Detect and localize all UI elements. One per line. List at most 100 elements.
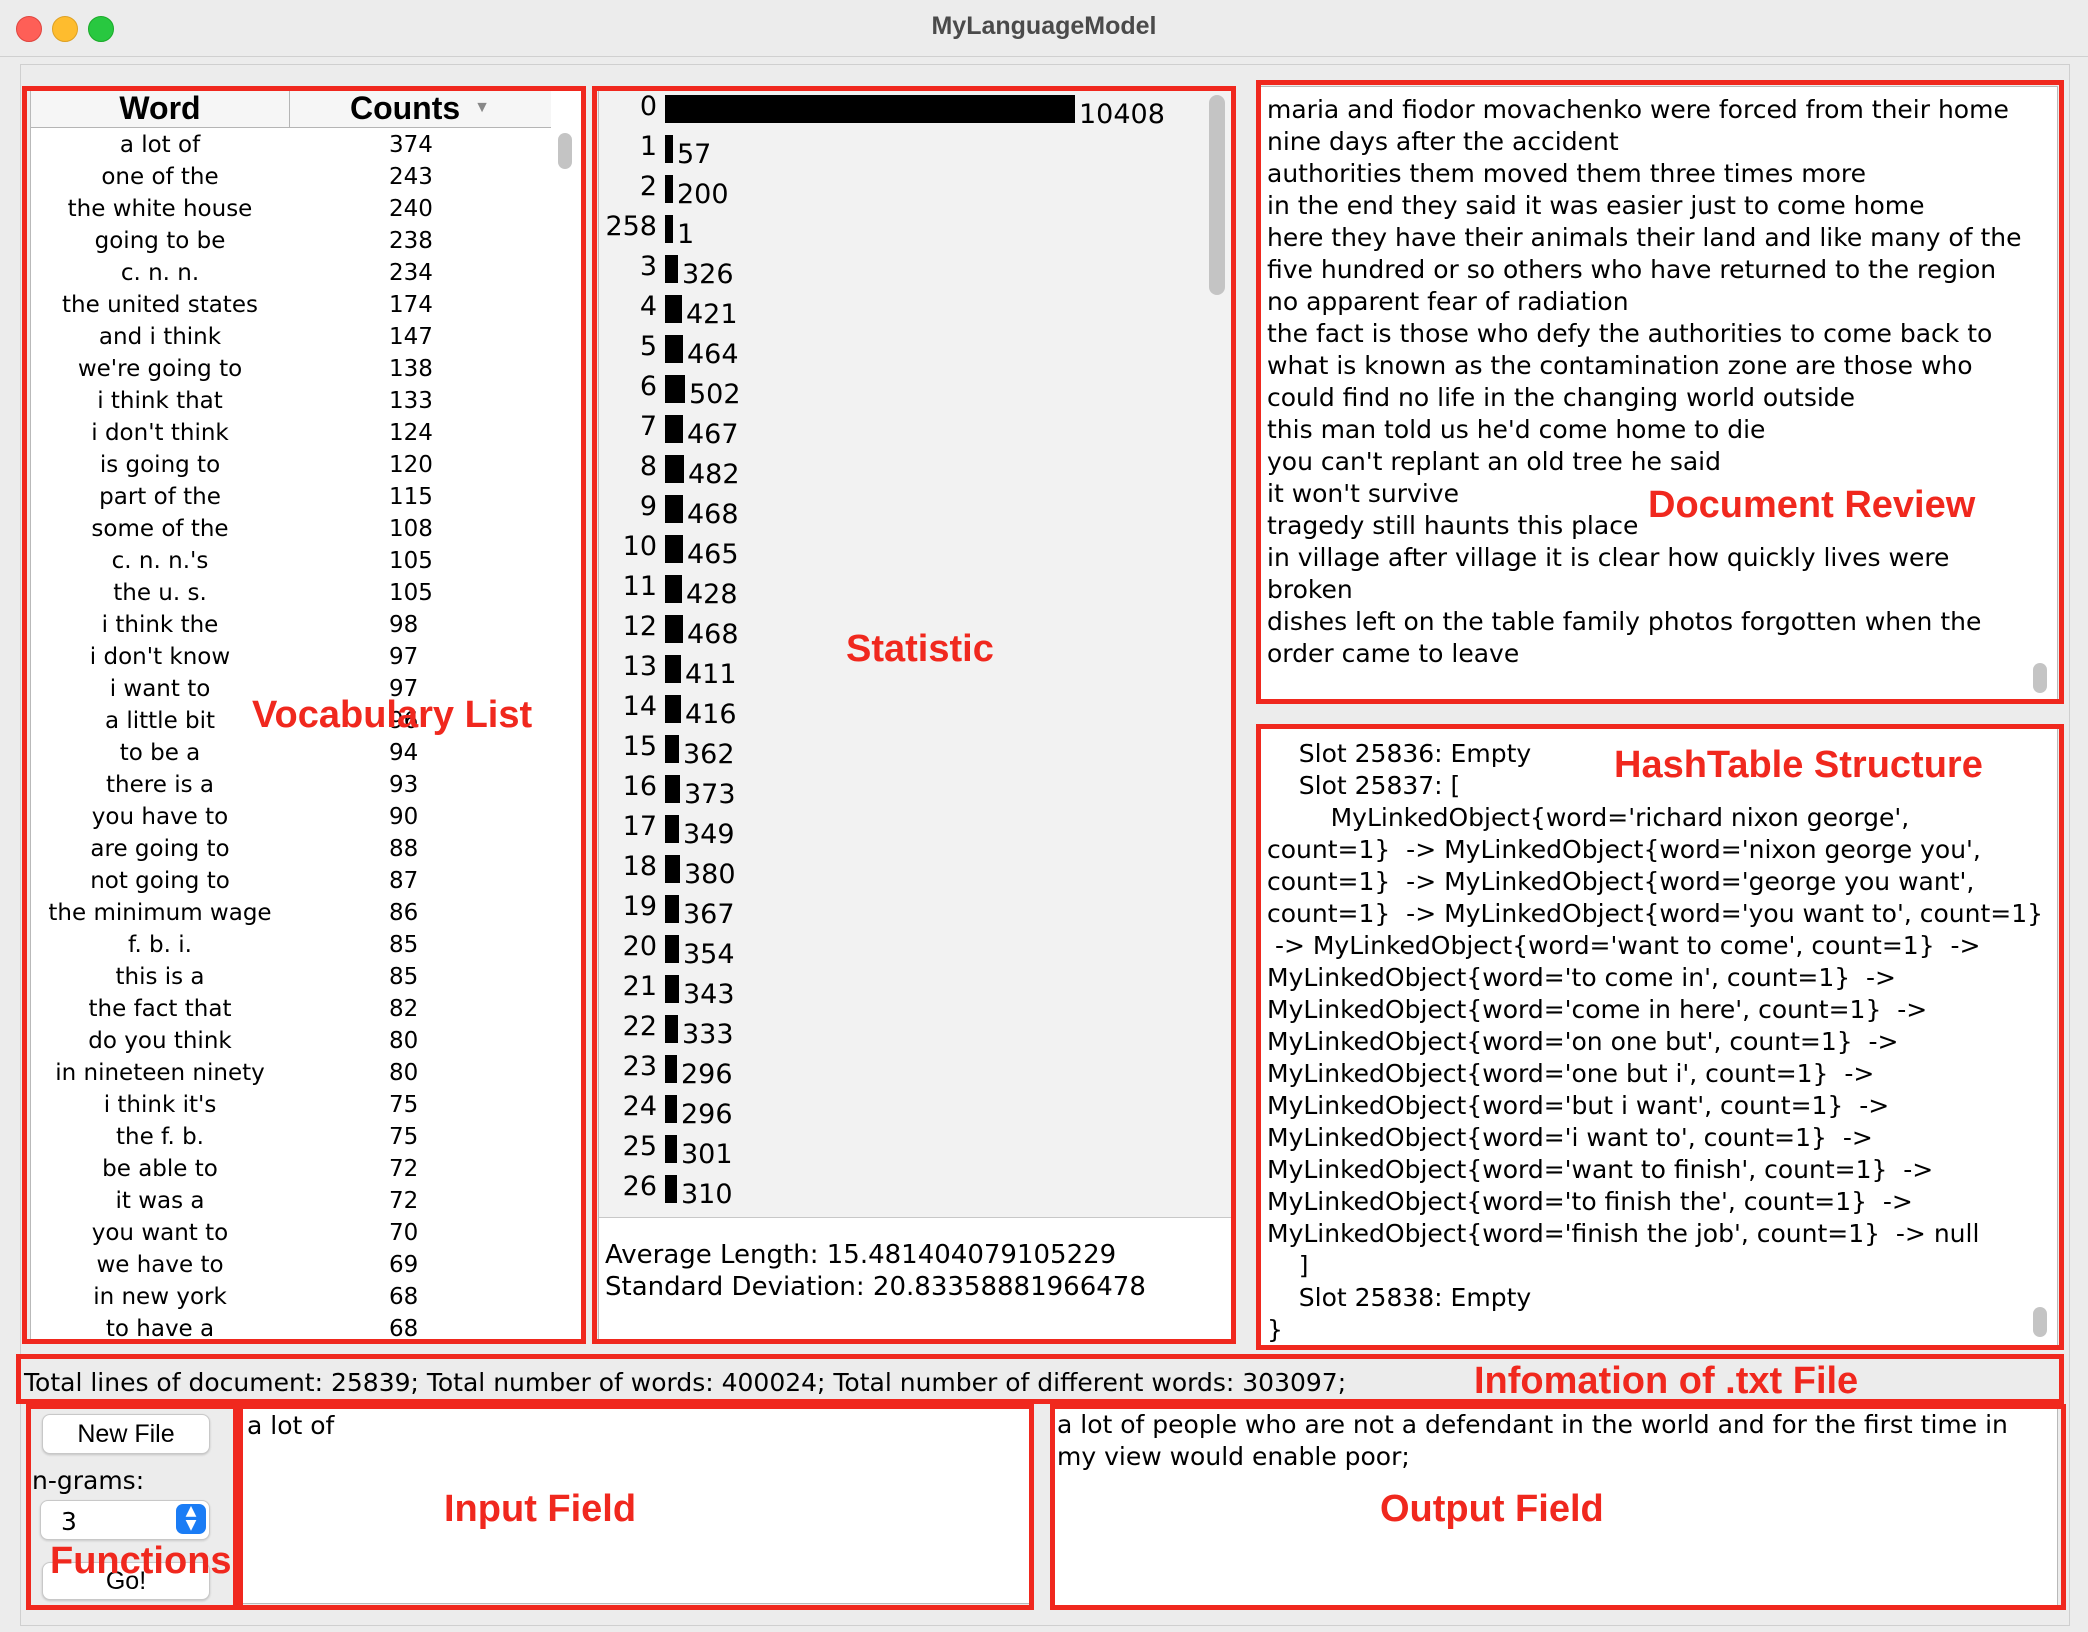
table-row[interactable]: and i think 147 xyxy=(31,321,551,353)
table-row[interactable]: c. n. n.'s 105 xyxy=(31,545,551,577)
statistic-scrollbar[interactable] xyxy=(1209,95,1225,295)
hashtable-scrollbar[interactable] xyxy=(2033,1307,2047,1337)
document-line: maria and fiodor movachenko were forced … xyxy=(1267,95,2009,124)
table-row[interactable]: to be a 94 xyxy=(31,737,551,769)
hashtable-line: ] xyxy=(1267,1251,1309,1280)
histogram-row: 25 301 xyxy=(599,1131,1209,1171)
hashtable-line: MyLinkedObject{word='one but i', count=1… xyxy=(1267,1059,1875,1088)
table-row[interactable]: the f. b. 75 xyxy=(31,1121,551,1153)
histogram-bar xyxy=(665,335,683,363)
ngrams-select[interactable]: 3 ▲ ▼ xyxy=(40,1500,210,1540)
histogram-bar xyxy=(665,935,679,963)
table-row[interactable]: the fact that 82 xyxy=(31,993,551,1025)
table-row[interactable]: we have to 69 xyxy=(31,1249,551,1281)
table-row[interactable]: it was a 72 xyxy=(31,1185,551,1217)
word-cell: do you think xyxy=(88,1028,232,1054)
table-row[interactable]: i don't know 97 xyxy=(31,641,551,673)
word-cell: i think it's xyxy=(103,1092,217,1118)
count-label: 428 xyxy=(686,579,738,610)
word-cell: the f. b. xyxy=(115,1124,204,1150)
table-row[interactable]: the united states 174 xyxy=(31,289,551,321)
count-label: 502 xyxy=(689,379,741,410)
file-info: Total lines of document: 25839; Total nu… xyxy=(24,1368,1347,1397)
table-row[interactable]: to have a 68 xyxy=(31,1313,551,1339)
table-row[interactable]: we're going to 138 xyxy=(31,353,551,385)
hashtable-structure[interactable]: Slot 25836: Empty Slot 25837: [ MyLinked… xyxy=(1260,728,2058,1348)
length-label: 4 xyxy=(639,291,657,322)
hashtable-line: MyLinkedObject{word='finish the job', co… xyxy=(1267,1219,1980,1248)
word-cell: a lot of xyxy=(119,132,201,158)
count-cell: 133 xyxy=(389,388,433,414)
table-row[interactable]: you have to 90 xyxy=(31,801,551,833)
histogram-row: 3 326 xyxy=(599,251,1209,291)
table-row[interactable]: one of the 243 xyxy=(31,161,551,193)
table-row[interactable]: the minimum wage 86 xyxy=(31,897,551,929)
word-cell: i think that xyxy=(97,388,223,414)
histogram-bar xyxy=(665,255,678,283)
word-cell: going to be xyxy=(94,228,226,254)
vocabulary-table-header: Word Counts ▼ xyxy=(31,89,551,128)
document-line: tragedy still haunts this place xyxy=(1267,511,1639,540)
table-row[interactable]: i don't think 124 xyxy=(31,417,551,449)
table-row[interactable]: is going to 120 xyxy=(31,449,551,481)
count-label: 411 xyxy=(685,659,737,690)
count-cell: 93 xyxy=(389,772,419,798)
table-row[interactable]: this is a 85 xyxy=(31,961,551,993)
histogram-row: 21 343 xyxy=(599,971,1209,1011)
word-cell: be able to xyxy=(102,1156,218,1182)
count-label: 296 xyxy=(681,1059,733,1090)
document-review[interactable]: maria and fiodor movachenko were forced … xyxy=(1260,86,2058,704)
count-label: 1 xyxy=(677,219,695,250)
count-label: 333 xyxy=(682,1019,734,1050)
table-row[interactable]: going to be 238 xyxy=(31,225,551,257)
histogram-row: 19 367 xyxy=(599,891,1209,931)
count-cell: 108 xyxy=(389,516,433,542)
table-row[interactable]: be able to 72 xyxy=(31,1153,551,1185)
document-scrollbar[interactable] xyxy=(2033,663,2047,693)
table-row[interactable]: the u. s. 105 xyxy=(31,577,551,609)
count-cell: 75 xyxy=(389,1092,419,1118)
histogram-bar xyxy=(665,695,681,723)
count-label: 326 xyxy=(682,259,734,290)
table-row[interactable]: i think that 133 xyxy=(31,385,551,417)
document-line: authorities them moved them three times … xyxy=(1267,159,1867,188)
new-file-button[interactable]: New File xyxy=(42,1414,210,1454)
table-row[interactable]: a lot of 374 xyxy=(31,129,551,161)
table-row[interactable]: c. n. n. 234 xyxy=(31,257,551,289)
table-row[interactable]: the white house 240 xyxy=(31,193,551,225)
word-cell: i don't know xyxy=(89,644,231,670)
table-row[interactable]: i think it's 75 xyxy=(31,1089,551,1121)
table-row[interactable]: part of the 115 xyxy=(31,481,551,513)
histogram-bar xyxy=(665,735,679,763)
title-bar: MyLanguageModel xyxy=(0,0,2088,57)
word-cell: in nineteen ninety xyxy=(55,1060,265,1086)
table-row[interactable]: i think the 98 xyxy=(31,609,551,641)
histogram-row: 9 468 xyxy=(599,491,1209,531)
count-cell: 97 xyxy=(389,644,419,670)
input-field[interactable]: a lot of xyxy=(242,1406,1034,1604)
table-row[interactable]: not going to 87 xyxy=(31,865,551,897)
table-row[interactable]: some of the 108 xyxy=(31,513,551,545)
count-label: 354 xyxy=(683,939,735,970)
vocabulary-scrollbar[interactable] xyxy=(558,133,572,169)
table-row[interactable]: there is a 93 xyxy=(31,769,551,801)
word-cell: the minimum wage xyxy=(48,900,272,926)
statistic-panel: 0 10408 1 57 2 200 258 1 3 326 4 421 5 464 6 502 7 467 8 48… xyxy=(598,88,1233,1340)
word-column-header[interactable]: Word xyxy=(31,89,290,127)
up-down-chevron-icon[interactable]: ▲ ▼ xyxy=(176,1504,206,1534)
table-row[interactable]: f. b. i. 85 xyxy=(31,929,551,961)
length-label: 18 xyxy=(622,851,657,882)
counts-column-header[interactable]: Counts ▼ xyxy=(290,89,550,127)
count-cell: 138 xyxy=(389,356,433,382)
table-row[interactable]: do you think 80 xyxy=(31,1025,551,1057)
table-row[interactable]: in new york 68 xyxy=(31,1281,551,1313)
table-row[interactable]: are going to 88 xyxy=(31,833,551,865)
table-row[interactable]: you want to 70 xyxy=(31,1217,551,1249)
word-cell: we have to xyxy=(96,1252,224,1278)
histogram-row: 15 362 xyxy=(599,731,1209,771)
table-row[interactable]: in nineteen ninety 80 xyxy=(31,1057,551,1089)
histogram-bar xyxy=(665,1175,677,1203)
word-cell: the united states xyxy=(62,292,258,318)
word-cell: and i think xyxy=(98,324,222,350)
document-line: here they have their animals their land … xyxy=(1267,223,2022,252)
